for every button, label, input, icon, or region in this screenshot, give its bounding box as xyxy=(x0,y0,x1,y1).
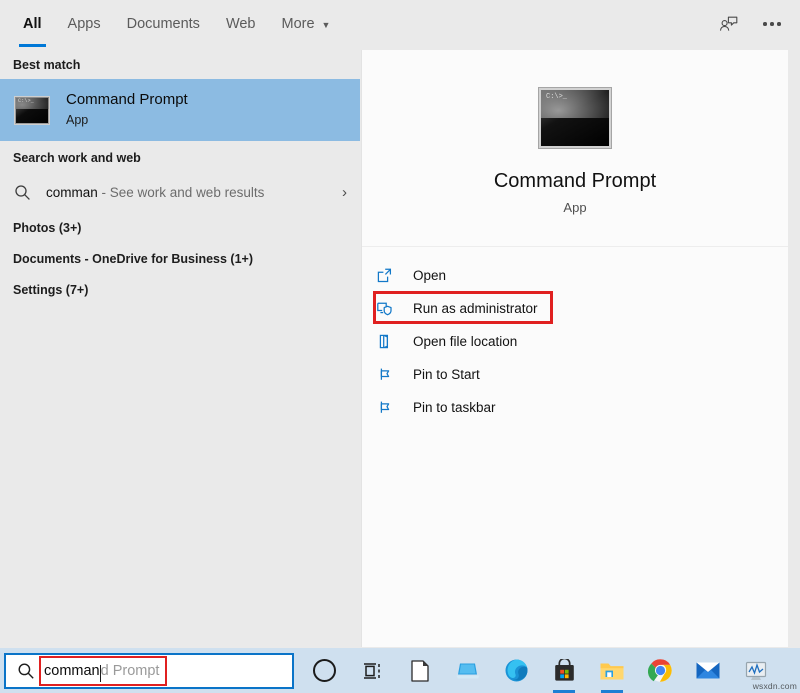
tab-list: All Apps Documents Web More ▼ xyxy=(10,0,343,48)
action-pin-to-start[interactable]: Pin to Start xyxy=(362,358,788,391)
search-input-wrapper[interactable]: comman d Prompt xyxy=(39,656,168,686)
text-caret xyxy=(99,664,101,682)
search-suggestion: d Prompt xyxy=(100,663,160,679)
tab-web[interactable]: Web xyxy=(213,0,269,48)
watermark: wsxdn.com xyxy=(752,681,797,691)
command-prompt-icon-large: C:\>_ xyxy=(539,88,611,148)
command-prompt-icon: C:\>_ xyxy=(14,95,50,125)
feedback-button[interactable] xyxy=(708,4,748,44)
screen: All Apps Documents Web More ▼ Best match… xyxy=(0,0,800,693)
action-pin-to-taskbar[interactable]: Pin to taskbar xyxy=(362,391,788,424)
action-run-as-administrator[interactable]: Run as administrator xyxy=(362,291,788,325)
web-result-row[interactable]: comman - See work and web results › xyxy=(0,172,360,212)
pin-icon xyxy=(376,366,402,383)
command-prompt-glyph-large: C:\>_ xyxy=(546,93,568,101)
google-chrome-icon xyxy=(647,659,672,682)
preview-pane: C:\>_ Command Prompt App Open Run as adm… xyxy=(362,50,788,647)
pin-icon xyxy=(376,399,402,416)
open-external-icon xyxy=(376,267,402,284)
taskbar-item-microsoft-store[interactable] xyxy=(540,648,588,693)
tab-documents-label: Documents xyxy=(126,16,200,32)
ellipsis-icon xyxy=(763,22,781,26)
command-prompt-glyph: C:\>_ xyxy=(18,97,35,104)
category-photos-label: Photos (3+) xyxy=(13,220,82,235)
microsoft-edge-icon xyxy=(505,659,527,682)
tab-more-label: More xyxy=(281,16,315,32)
category-settings-label: Settings (7+) xyxy=(13,282,89,297)
web-result-query: comman xyxy=(46,184,98,200)
tab-documents[interactable]: Documents xyxy=(114,0,213,48)
file-explorer-icon xyxy=(600,663,624,679)
remote-desktop-icon xyxy=(456,663,480,678)
tab-all[interactable]: All xyxy=(10,0,55,48)
category-documents-onedrive[interactable]: Documents - OneDrive for Business (1+) xyxy=(0,243,360,274)
category-photos[interactable]: Photos (3+) xyxy=(0,212,360,243)
action-pin-to-taskbar-label: Pin to taskbar xyxy=(413,400,496,415)
action-open[interactable]: Open xyxy=(362,259,788,292)
web-result-label: comman - See work and web results xyxy=(46,185,264,200)
shield-run-icon xyxy=(376,300,402,317)
action-open-file-location-label: Open file location xyxy=(413,334,518,349)
taskbar-item-file-explorer[interactable] xyxy=(588,648,636,693)
more-options-button[interactable] xyxy=(752,4,792,44)
category-settings[interactable]: Settings (7+) xyxy=(0,274,360,305)
tab-web-label: Web xyxy=(225,16,256,32)
best-match-text: Command Prompt App xyxy=(66,91,188,128)
folder-open-icon xyxy=(376,333,402,350)
tab-bar: All Apps Documents Web More ▼ xyxy=(0,0,800,48)
taskbar-item-task-view[interactable] xyxy=(348,648,396,693)
best-match-header: Best match xyxy=(13,58,81,72)
taskbar-item-remote-desktop[interactable] xyxy=(444,648,492,693)
taskbar-item-google-chrome[interactable] xyxy=(636,648,684,693)
system-monitor-icon xyxy=(745,661,767,680)
mail-icon xyxy=(696,662,720,679)
action-open-label: Open xyxy=(413,268,447,283)
search-input[interactable]: comman xyxy=(44,663,100,679)
search-icon xyxy=(14,184,36,201)
action-run-as-administrator-label: Run as administrator xyxy=(413,301,538,316)
taskbar-search-box[interactable]: comman d Prompt xyxy=(4,653,294,689)
task-view-icon xyxy=(364,662,380,679)
app-header: C:\>_ Command Prompt App xyxy=(362,50,788,247)
app-title: Command Prompt xyxy=(493,170,657,192)
best-match-subtitle: App xyxy=(66,113,89,128)
taskbar-item-microsoft-edge[interactable] xyxy=(492,648,540,693)
tab-bar-actions xyxy=(708,0,792,48)
search-icon xyxy=(17,662,35,680)
taskbar-item-mail[interactable] xyxy=(684,648,732,693)
search-web-header: Search work and web xyxy=(13,151,141,165)
tab-all-label: All xyxy=(23,16,42,32)
chevron-down-icon: ▼ xyxy=(321,19,331,30)
web-result-suffix: - See work and web results xyxy=(97,184,265,200)
taskbar-item-cortana[interactable] xyxy=(300,648,348,693)
search-flyout: All Apps Documents Web More ▼ Best match… xyxy=(0,0,800,648)
action-open-file-location[interactable]: Open file location xyxy=(362,325,788,358)
tab-apps-label: Apps xyxy=(67,16,101,32)
best-match-result[interactable]: C:\>_ Command Prompt App xyxy=(0,79,360,141)
app-type: App xyxy=(563,200,587,215)
microsoft-store-icon xyxy=(554,658,574,681)
chevron-right-icon: › xyxy=(342,183,347,201)
taskbar: comman d Prompt wsxdn.com xyxy=(0,648,800,693)
document-page-icon xyxy=(411,659,429,682)
results-pane: Best match C:\>_ Command Prompt App Sear… xyxy=(0,48,360,648)
taskbar-items xyxy=(300,648,800,693)
feedback-person-icon xyxy=(719,16,737,31)
taskbar-item-sticky-notes[interactable] xyxy=(396,648,444,693)
best-match-title: Command Prompt xyxy=(66,91,188,109)
action-pin-to-start-label: Pin to Start xyxy=(413,367,480,382)
category-documents-onedrive-label: Documents - OneDrive for Business (1+) xyxy=(13,251,253,266)
cortana-icon xyxy=(312,659,336,682)
tab-more[interactable]: More ▼ xyxy=(269,0,344,48)
tab-apps[interactable]: Apps xyxy=(55,0,114,48)
app-actions: Open Run as administrator Open file loca… xyxy=(362,247,788,424)
